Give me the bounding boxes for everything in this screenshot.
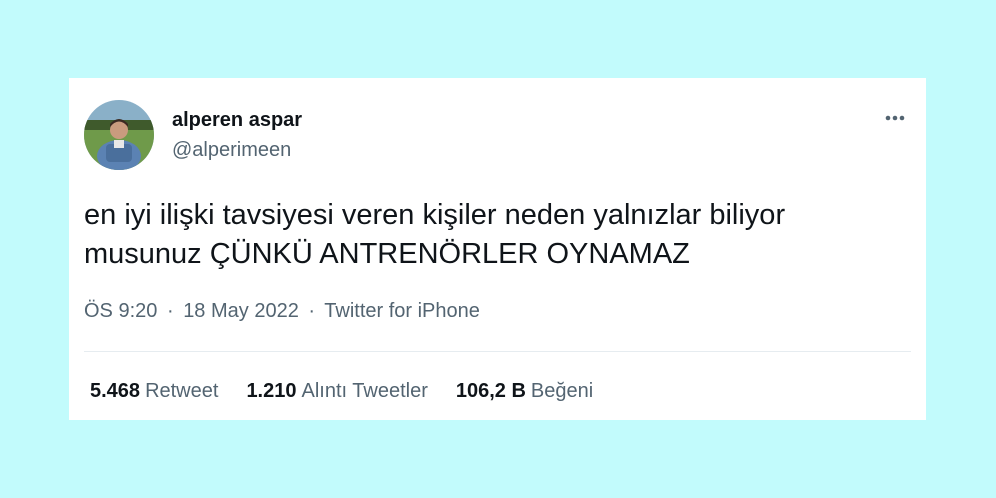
tweet-text-line: en iyi ilişki tavsiyesi veren kişiler ne…: [84, 199, 786, 231]
tweet-meta: ÖS 9:20 · 18 May 2022 · Twitter for iPho…: [84, 300, 480, 323]
quotes-stat[interactable]: 1.210 Alıntı Tweetler: [246, 380, 427, 403]
tweet-source[interactable]: Twitter for iPhone: [324, 300, 480, 322]
likes-stat[interactable]: 106,2 B Beğeni: [456, 380, 593, 403]
user-handle[interactable]: @alperimeen: [172, 139, 291, 162]
avatar[interactable]: [84, 100, 154, 170]
divider: [84, 351, 911, 352]
retweets-label: Retweet: [145, 380, 219, 402]
likes-count: 106,2 B: [455, 380, 526, 402]
tweet-text-line: musunuz ÇÜNKÜ ANTRENÖRLER OYNAMAZ: [84, 238, 690, 270]
avatar-image: [84, 100, 154, 170]
tweet-stats: 5.468 Retweet 1.210 Alıntı Tweetler 106,2 …: [90, 380, 593, 403]
quotes-count: 1.210: [246, 380, 297, 402]
retweets-count: 5.468: [90, 380, 141, 402]
meta-separator: ·: [166, 300, 174, 322]
meta-separator: ·: [308, 300, 316, 322]
display-name[interactable]: alperen aspar: [172, 109, 302, 132]
tweet-time[interactable]: ÖS 9:20: [84, 300, 157, 322]
tweet-text: en iyi ilişki tavsiyesi veren kişiler ne…: [84, 196, 914, 274]
likes-label: Beğeni: [530, 380, 594, 402]
tweet-card: alperen aspar @alperimeen en iyi ilişki …: [69, 78, 926, 420]
more-horizontal-icon[interactable]: [882, 108, 908, 128]
quotes-label: Alıntı Tweetler: [301, 380, 428, 402]
tweet-date[interactable]: 18 May 2022: [183, 300, 299, 322]
retweets-stat[interactable]: 5.468 Retweet: [90, 380, 218, 403]
